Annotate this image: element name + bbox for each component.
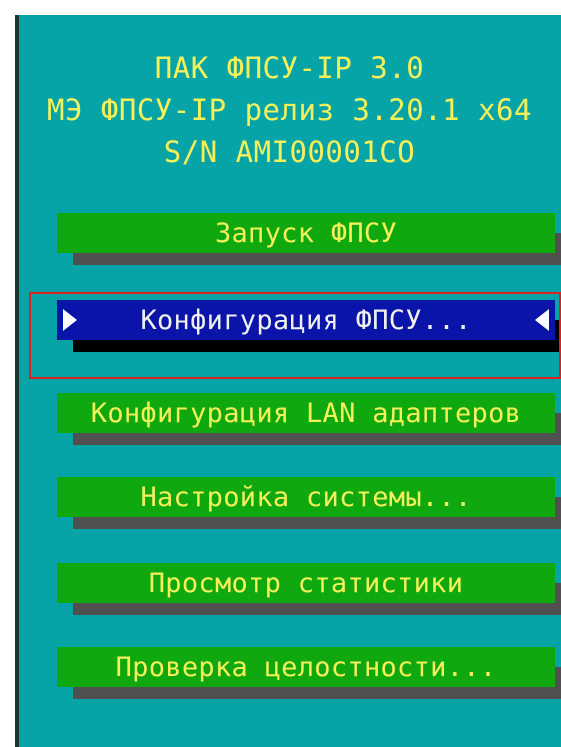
product-name: ПАК ФПСУ-IP 3.0 <box>154 51 425 85</box>
launch-fpsu-button[interactable]: Запуск ФПСУ <box>57 213 561 265</box>
system-settings-button[interactable]: Настройка системы... <box>57 477 561 529</box>
screen: ПАК ФПСУ-IP 3.0 МЭ ФПСУ-IP релиз 3.20.1 … <box>0 0 561 747</box>
launch-fpsu-label: Запуск ФПСУ <box>57 213 555 253</box>
release-info: МЭ ФПСУ-IP релиз 3.20.1 x64 <box>47 93 532 127</box>
view-statistics-button[interactable]: Просмотр статистики <box>57 563 561 615</box>
integrity-check-label: Проверка целостности... <box>57 647 555 687</box>
configure-lan-adapters-label: Конфигурация LAN адаптеров <box>57 393 555 433</box>
integrity-check-button[interactable]: Проверка целостности... <box>57 647 561 699</box>
serial-number: S/N AMI00001CO <box>163 135 416 169</box>
view-statistics-label: Просмотр статистики <box>57 563 555 603</box>
main-menu-panel: ПАК ФПСУ-IP 3.0 МЭ ФПСУ-IP релиз 3.20.1 … <box>12 12 561 747</box>
selection-left-pointer-icon <box>535 309 549 331</box>
product-header: ПАК ФПСУ-IP 3.0 МЭ ФПСУ-IP релиз 3.20.1 … <box>15 47 561 173</box>
configure-fpsu-label: Конфигурация ФПСУ... <box>57 300 555 340</box>
configure-fpsu-button[interactable]: Конфигурация ФПСУ... <box>57 300 561 352</box>
selection-right-pointer-icon <box>63 309 77 331</box>
configure-lan-adapters-button[interactable]: Конфигурация LAN адаптеров <box>57 393 561 445</box>
system-settings-label: Настройка системы... <box>57 477 555 517</box>
